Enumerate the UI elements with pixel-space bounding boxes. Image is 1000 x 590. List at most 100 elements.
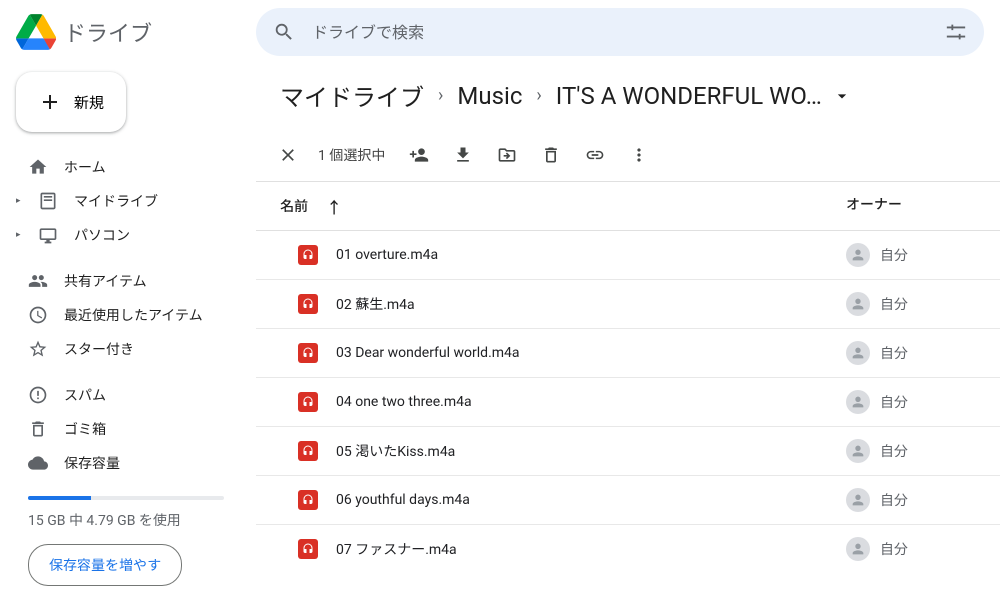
- nav-item-label: 保存容量: [64, 453, 120, 473]
- avatar-icon: [846, 292, 870, 316]
- audio-file-icon: [298, 441, 318, 461]
- storage-area: 15 GB 中 4.79 GB を使用 保存容量を増やす: [12, 492, 240, 590]
- expand-icon: ▸: [16, 230, 26, 240]
- nav-item-recent[interactable]: 最近使用したアイテム: [12, 298, 240, 332]
- dropdown-icon: [832, 86, 852, 106]
- computers-icon: [38, 225, 58, 245]
- file-name-cell: 04 one two three.m4a: [280, 392, 846, 412]
- shared-icon: [28, 271, 48, 291]
- file-name-cell: 07 ファスナー.m4a: [280, 539, 846, 559]
- delete-button[interactable]: [531, 135, 571, 175]
- sidebar: 新規 ホーム ▸ マイドライブ ▸ パソコン 共有アイテム最近使用したアイテムスター付き…: [0, 64, 256, 562]
- file-row[interactable]: 04 one two three.m4a 自分: [256, 378, 1000, 427]
- owner-cell: 自分: [846, 292, 976, 316]
- close-selection-button[interactable]: [268, 135, 308, 175]
- app-name: ドライブ: [64, 16, 152, 48]
- nav-item-label: スター付き: [64, 339, 134, 359]
- chevron-right-icon: ›: [536, 85, 541, 106]
- owner-cell: 自分: [846, 243, 976, 267]
- owner-cell: 自分: [846, 439, 976, 463]
- mydrive-icon: [38, 191, 58, 211]
- search-bar[interactable]: [256, 8, 984, 56]
- table-header: 名前 ↑ オーナー: [256, 182, 1000, 231]
- nav-item-label: 最近使用したアイテム: [64, 305, 203, 325]
- breadcrumb-current-label: IT'S A WONDERFUL WO…: [556, 82, 822, 110]
- main-area: 新規 ホーム ▸ マイドライブ ▸ パソコン 共有アイテム最近使用したアイテムスター付き…: [0, 64, 1000, 562]
- file-name-cell: 06 youthful days.m4a: [280, 490, 846, 510]
- search-icon[interactable]: [272, 20, 296, 44]
- nav-item-computers[interactable]: ▸ パソコン: [12, 218, 240, 252]
- nav-item-shared[interactable]: 共有アイテム: [12, 264, 240, 298]
- nav-section-3: スパムゴミ箱保存容量: [12, 378, 240, 480]
- more-button[interactable]: [619, 135, 659, 175]
- storage-upgrade-button[interactable]: 保存容量を増やす: [28, 544, 182, 586]
- breadcrumb-mydrive[interactable]: マイドライブ: [280, 78, 424, 113]
- nav-item-star[interactable]: スター付き: [12, 332, 240, 366]
- plus-icon: [38, 90, 62, 114]
- file-name: 07 ファスナー.m4a: [336, 539, 457, 559]
- file-row[interactable]: 03 Dear wonderful world.m4a 自分: [256, 329, 1000, 378]
- new-button-label: 新規: [74, 92, 104, 113]
- storage-icon: [28, 453, 48, 473]
- owner-label: 自分: [880, 392, 908, 412]
- nav-item-label: ホーム: [64, 157, 106, 177]
- file-row[interactable]: 06 youthful days.m4a自分: [256, 476, 1000, 525]
- new-button[interactable]: 新規: [16, 72, 126, 132]
- owner-cell: 自分: [846, 537, 976, 561]
- column-name-label: 名前: [280, 196, 308, 216]
- expand-icon: ▸: [16, 196, 26, 206]
- file-name-cell: 02 蘇生.m4a: [280, 294, 846, 314]
- file-name: 03 Dear wonderful world.m4a: [336, 345, 520, 361]
- nav-item-label: パソコン: [74, 225, 130, 245]
- nav-item-trash[interactable]: ゴミ箱: [12, 412, 240, 446]
- file-row[interactable]: 01 overture.m4a 自分: [256, 231, 1000, 280]
- breadcrumb: マイドライブ › Music › IT'S A WONDERFUL WO…: [256, 78, 1000, 129]
- spam-icon: [28, 385, 48, 405]
- file-name: 01 overture.m4a: [336, 247, 438, 263]
- file-row[interactable]: 05 渇いたKiss.m4a 自分: [256, 427, 1000, 476]
- audio-file-icon: [298, 343, 318, 363]
- nav-item-label: スパム: [64, 385, 106, 405]
- avatar-icon: [846, 390, 870, 414]
- breadcrumb-music[interactable]: Music: [457, 82, 522, 110]
- avatar-icon: [846, 243, 870, 267]
- file-row[interactable]: 07 ファスナー.m4a 自分: [256, 525, 1000, 562]
- column-owner[interactable]: オーナー: [846, 194, 976, 218]
- header: ドライブ: [0, 0, 1000, 64]
- file-name-cell: 03 Dear wonderful world.m4a: [280, 343, 846, 363]
- file-name-cell: 05 渇いたKiss.m4a: [280, 441, 846, 461]
- avatar-icon: [846, 488, 870, 512]
- file-name-cell: 01 overture.m4a: [280, 245, 846, 265]
- search-input[interactable]: [312, 23, 928, 42]
- share-button[interactable]: [399, 135, 439, 175]
- nav-item-storage[interactable]: 保存容量: [12, 446, 240, 480]
- move-button[interactable]: [487, 135, 527, 175]
- sort-arrow-icon: ↑: [326, 194, 342, 218]
- owner-label: 自分: [880, 343, 908, 363]
- file-row[interactable]: 02 蘇生.m4a 自分: [256, 280, 1000, 329]
- owner-cell: 自分: [846, 341, 976, 365]
- avatar-icon: [846, 341, 870, 365]
- file-name: 05 渇いたKiss.m4a: [336, 441, 455, 461]
- owner-label: 自分: [880, 539, 908, 559]
- chevron-right-icon: ›: [438, 85, 443, 106]
- nav-item-mydrive[interactable]: ▸ マイドライブ: [12, 184, 240, 218]
- download-button[interactable]: [443, 135, 483, 175]
- column-name[interactable]: 名前 ↑: [280, 194, 846, 218]
- nav-item-home[interactable]: ホーム: [12, 150, 240, 184]
- link-button[interactable]: [575, 135, 615, 175]
- search-options-icon[interactable]: [944, 20, 968, 44]
- breadcrumb-current[interactable]: IT'S A WONDERFUL WO…: [556, 82, 852, 110]
- logo-area[interactable]: ドライブ: [16, 12, 256, 52]
- file-name: 06 youthful days.m4a: [336, 492, 470, 508]
- audio-file-icon: [298, 539, 318, 559]
- storage-text: 15 GB 中 4.79 GB を使用: [28, 510, 224, 530]
- selection-toolbar: 1 個選択中: [256, 129, 1000, 182]
- owner-label: 自分: [880, 294, 908, 314]
- nav-item-label: マイドライブ: [74, 191, 158, 211]
- storage-bar: [28, 496, 224, 500]
- star-icon: [28, 339, 48, 359]
- nav-item-label: ゴミ箱: [64, 419, 106, 439]
- nav-item-label: 共有アイテム: [64, 271, 147, 291]
- nav-item-spam[interactable]: スパム: [12, 378, 240, 412]
